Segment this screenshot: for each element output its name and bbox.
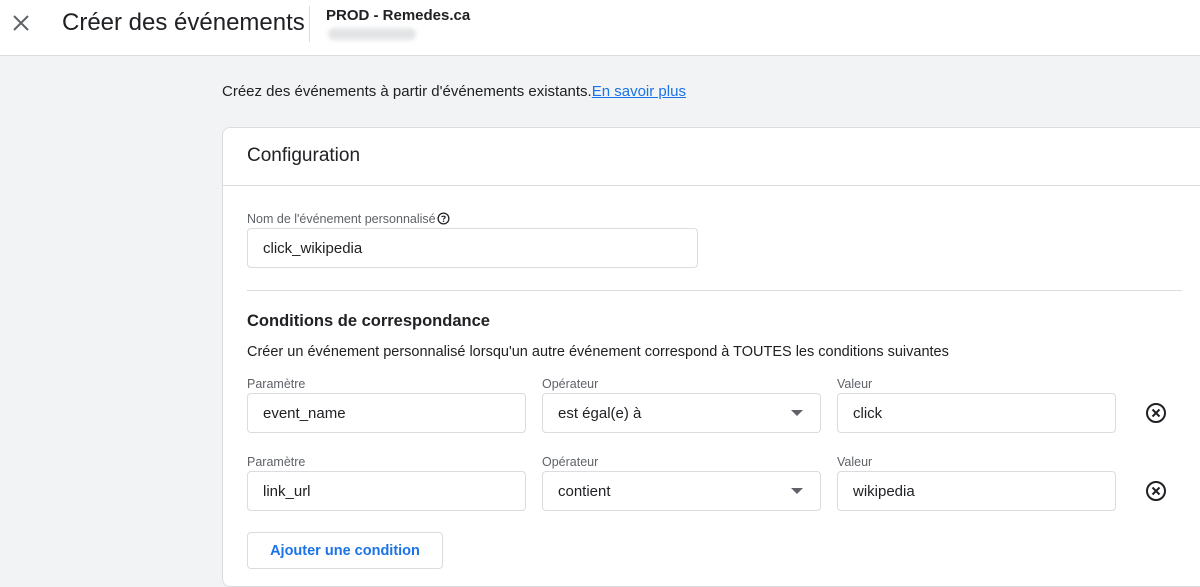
event-name-label: Nom de l'événement personnalisé (247, 212, 450, 226)
remove-condition-button[interactable] (1144, 401, 1168, 425)
add-condition-button[interactable]: Ajouter une condition (247, 532, 443, 569)
operator-label: Opérateur (542, 455, 599, 469)
intro-description: Créez des événements à partir d'événemen… (222, 83, 592, 100)
event-name-input[interactable]: click_wikipedia (247, 228, 698, 268)
dropdown-arrow-icon (791, 488, 803, 494)
parameter-label: Paramètre (247, 377, 306, 391)
dropdown-arrow-icon (791, 410, 803, 416)
conditions-description: Créer un événement personnalisé lorsqu'u… (247, 344, 949, 360)
value-input[interactable]: click (837, 393, 1116, 433)
remove-circle-icon (1146, 481, 1166, 501)
title-divider (309, 6, 310, 42)
operator-select[interactable]: contient (542, 471, 821, 511)
page-title: Créer des événements (62, 9, 305, 36)
value-label: Valeur (837, 377, 873, 391)
operator-select-value: est égal(e) à (558, 404, 642, 422)
card-header: Configuration (223, 128, 1200, 186)
value-input[interactable]: wikipedia (837, 471, 1116, 511)
parameter-label: Paramètre (247, 455, 306, 469)
conditions-title: Conditions de correspondance (247, 312, 490, 330)
learn-more-link[interactable]: En savoir plus (592, 83, 686, 100)
remove-circle-icon (1146, 403, 1166, 423)
value-label: Valeur (837, 455, 873, 469)
top-bar: Créer des événements PROD - Remedes.ca (0, 0, 1200, 56)
parameter-input[interactable]: link_url (247, 471, 526, 511)
parameter-input[interactable]: event_name (247, 393, 526, 433)
close-button[interactable] (8, 8, 34, 38)
configuration-card: Configuration Nom de l'événement personn… (222, 127, 1200, 587)
section-divider (247, 290, 1182, 291)
remove-condition-button[interactable] (1144, 479, 1168, 503)
configuration-title: Configuration (247, 145, 361, 166)
close-icon (13, 15, 29, 31)
operator-label: Opérateur (542, 377, 599, 391)
operator-select[interactable]: est égal(e) à (542, 393, 821, 433)
intro-text: Créez des événements à partir d'événemen… (222, 83, 686, 100)
property-name: PROD - Remedes.ca (326, 7, 471, 24)
property-id-redacted (328, 28, 416, 40)
event-name-label-text: Nom de l'événement personnalisé (247, 212, 436, 226)
help-circle-icon[interactable] (437, 212, 450, 225)
operator-select-value: contient (558, 482, 611, 500)
